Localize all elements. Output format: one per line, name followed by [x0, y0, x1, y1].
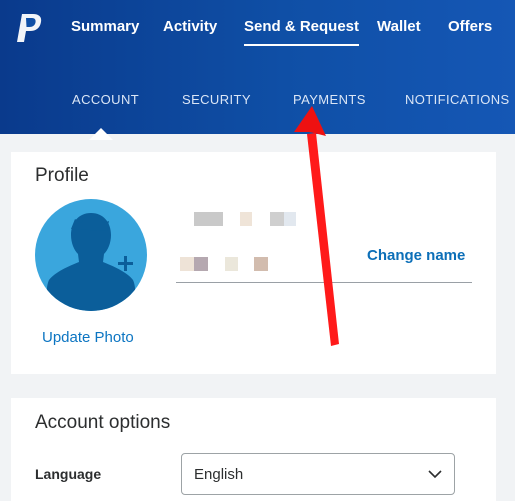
language-label: Language [35, 466, 102, 482]
tab-account[interactable]: ACCOUNT [72, 92, 139, 107]
tab-notifications[interactable]: NOTIFICATIONS [405, 92, 510, 107]
tab-security[interactable]: SECURITY [182, 92, 251, 107]
update-photo-link[interactable]: Update Photo [42, 329, 134, 346]
avatar[interactable] [35, 199, 147, 311]
top-navigation-bar: Summary Activity Send & Request Wallet O… [0, 0, 515, 134]
profile-title: Profile [35, 165, 89, 186]
language-select[interactable]: English [181, 453, 455, 495]
nav-summary[interactable]: Summary [71, 18, 139, 35]
nav-wallet[interactable]: Wallet [377, 18, 421, 35]
nav-offers[interactable]: Offers [448, 18, 492, 35]
user-avatar-add-icon [46, 213, 136, 311]
change-name-link[interactable]: Change name [367, 247, 465, 264]
nav-activity[interactable]: Activity [163, 18, 217, 35]
paypal-logo-icon[interactable] [14, 12, 44, 44]
chevron-down-icon [428, 470, 442, 479]
name-divider [176, 282, 472, 283]
nav-send-request[interactable]: Send & Request [244, 18, 360, 46]
active-tab-indicator [89, 128, 113, 140]
language-value: English [194, 466, 244, 483]
profile-card: Profile Update Photo Change name [11, 152, 496, 374]
account-options-title: Account options [35, 412, 171, 433]
tab-payments[interactable]: PAYMENTS [293, 92, 366, 107]
account-options-card: Account options Language English [11, 398, 496, 501]
